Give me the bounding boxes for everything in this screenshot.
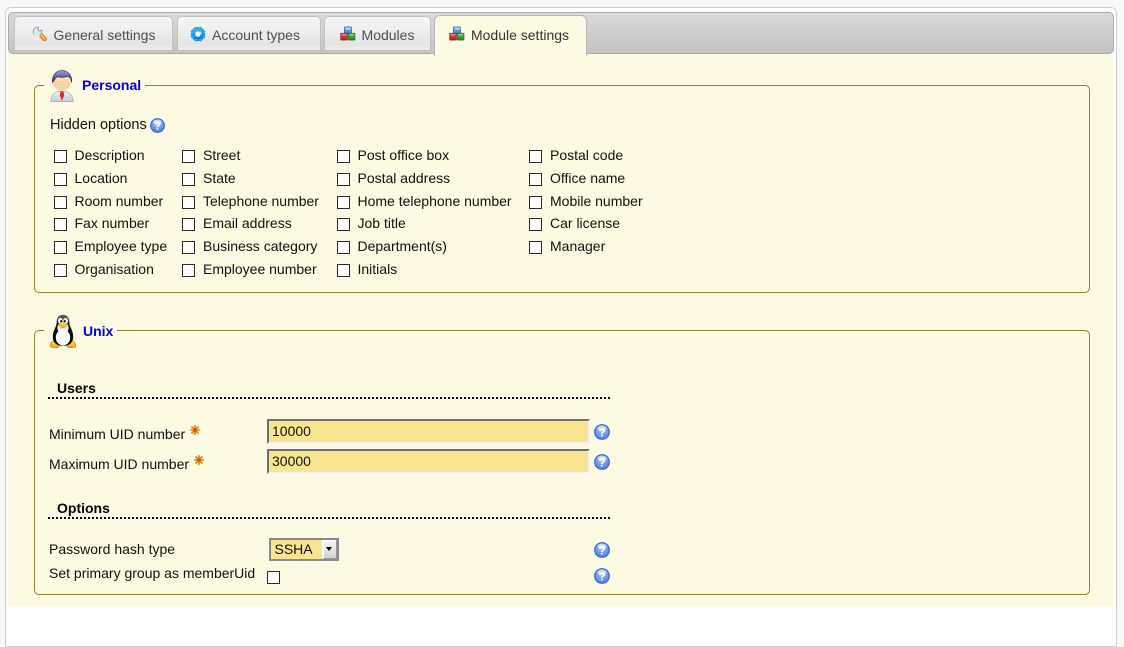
svg-text:?: ? <box>598 543 605 557</box>
svg-text:?: ? <box>598 455 605 469</box>
svg-text:?: ? <box>598 569 605 583</box>
svg-text:?: ? <box>154 121 161 133</box>
svg-text:?: ? <box>598 425 605 439</box>
